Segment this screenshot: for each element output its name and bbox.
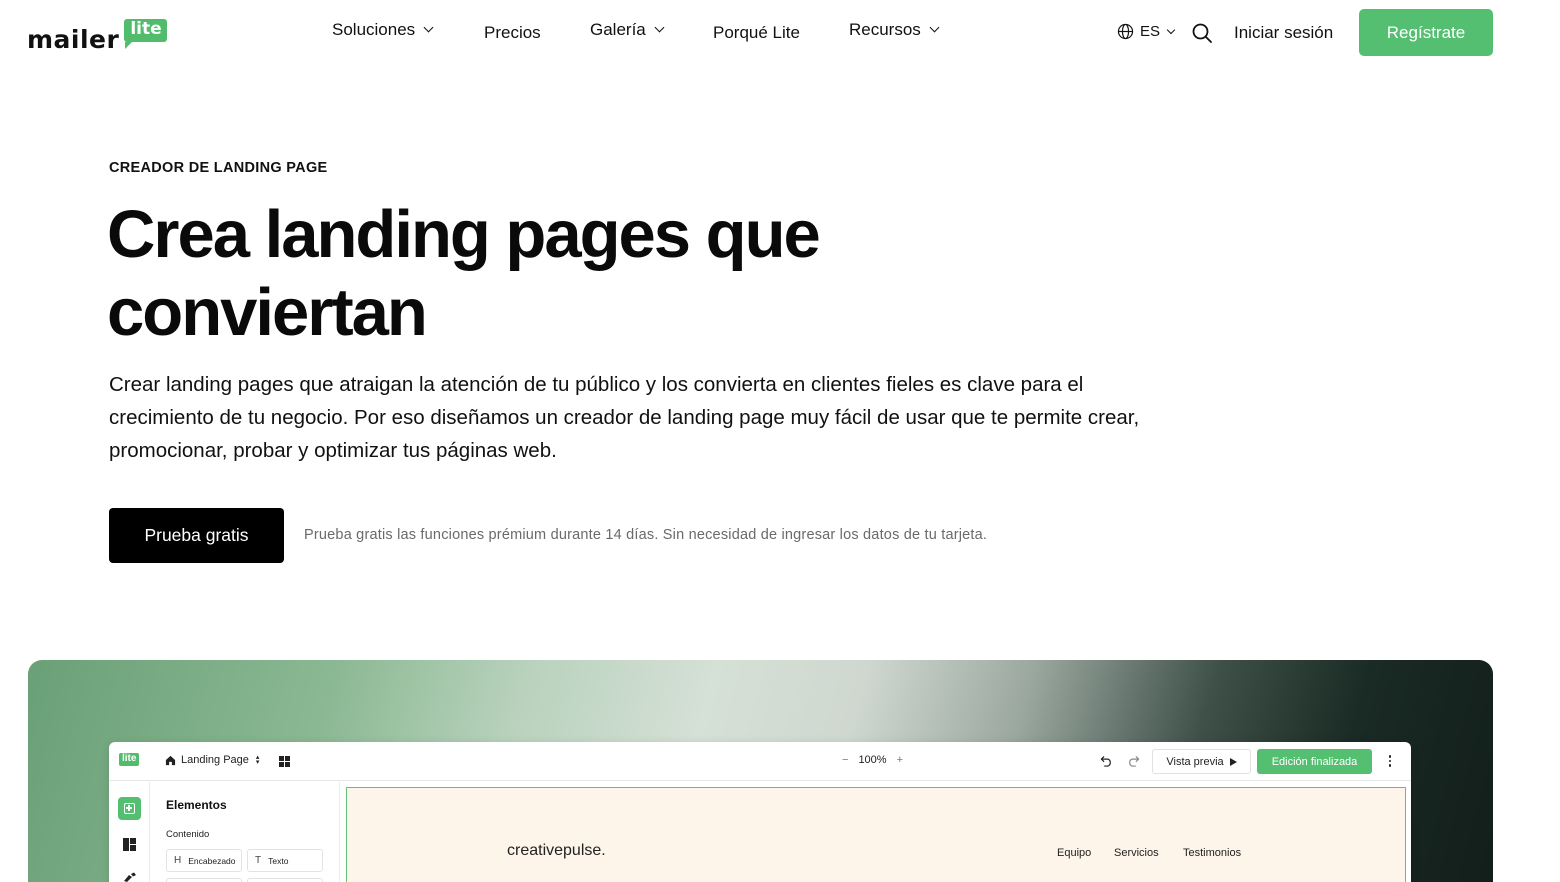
nav-item-soluciones[interactable]: Soluciones — [332, 20, 434, 40]
signup-button[interactable]: Regístrate — [1359, 9, 1493, 56]
finish-editing-button[interactable]: Edición finalizada — [1257, 749, 1372, 774]
chevron-down-icon — [1166, 25, 1176, 34]
text-icon: T — [255, 855, 262, 866]
globe-icon — [1117, 23, 1134, 40]
home-icon — [165, 755, 176, 765]
hero-description: Crear landing pages que atraigan la aten… — [109, 373, 1140, 462]
nav-label: Porqué Lite — [713, 23, 800, 42]
nav-item-porque-lite[interactable]: Porqué Lite — [713, 23, 800, 43]
site-header: mailer lite Soluciones Precios Galería P… — [0, 0, 1560, 66]
language-code: ES — [1140, 23, 1161, 40]
zoom-control: − 100% + — [842, 754, 903, 766]
content-section-label: Contenido — [166, 829, 210, 840]
editor-toolbar: lite Landing Page ▴ ▾ − 100% + Vista prev… — [109, 742, 1411, 781]
nav-label: Soluciones — [332, 20, 416, 39]
hero-title-line-2: conviertan — [107, 275, 428, 350]
mailerlite-logo[interactable]: mailer lite — [27, 12, 167, 52]
hero-title-line-1: Crea landing pages que — [107, 197, 821, 272]
page-selector-label: Landing Page — [181, 754, 249, 766]
zoom-in-button[interactable]: + — [897, 754, 903, 766]
preview-label: Vista previa — [1166, 755, 1224, 768]
apps-grid-icon[interactable] — [279, 756, 290, 767]
nav-label: Precios — [484, 23, 541, 42]
zoom-out-button[interactable]: − — [842, 754, 848, 766]
logo-wordmark: mailer — [27, 25, 120, 54]
page-selector[interactable]: Landing Page ▴ ▾ — [165, 754, 259, 766]
sort-arrows-icon: ▴ ▾ — [255, 754, 260, 766]
more-options-icon[interactable] — [1387, 755, 1393, 769]
zoom-value: 100% — [858, 754, 887, 766]
free-trial-note: Prueba gratis las funciones prémium dura… — [304, 527, 988, 543]
editor-logo: lite — [119, 753, 140, 766]
redo-icon[interactable] — [1127, 754, 1140, 767]
canvas-brand: creativepulse. — [507, 842, 606, 859]
element-heading[interactable]: H Encabezado — [166, 849, 242, 872]
canvas-nav-equipo: Equipo — [1057, 847, 1092, 859]
element-label: Encabezado — [188, 855, 236, 866]
element-label: Texto — [268, 855, 289, 866]
element-text[interactable]: T Texto — [247, 849, 323, 872]
undo-icon[interactable] — [1100, 754, 1113, 767]
language-selector[interactable]: ES — [1117, 23, 1176, 40]
element-item[interactable] — [247, 878, 323, 882]
play-icon — [1229, 757, 1237, 766]
heading-icon: H — [174, 855, 182, 866]
nav-label: Recursos — [849, 20, 921, 39]
nav-label: Galería — [590, 20, 646, 39]
nav-item-recursos[interactable]: Recursos — [849, 20, 940, 40]
logo-badge: lite — [124, 19, 167, 49]
editor-preview-window: lite Landing Page ▴ ▾ − 100% + Vista prev… — [109, 742, 1411, 882]
nav-item-galeria[interactable]: Galería — [590, 20, 665, 40]
page-canvas[interactable]: creativepulse. Equipo Servicios Testimon… — [346, 787, 1406, 882]
canvas-nav-servicios: Servicios — [1114, 847, 1159, 859]
add-element-icon[interactable] — [118, 797, 141, 820]
hero-title: Crea landing pages que conviertan — [107, 196, 1007, 352]
login-link[interactable]: Iniciar sesión — [1234, 23, 1333, 43]
free-trial-button[interactable]: Prueba gratis — [109, 508, 284, 563]
nav-item-precios[interactable]: Precios — [484, 23, 541, 43]
elements-panel-title: Elementos — [166, 798, 227, 812]
chevron-down-icon — [423, 22, 434, 33]
editor-sidebar-rail — [109, 782, 150, 882]
preview-button[interactable]: Vista previa — [1152, 749, 1251, 774]
search-icon[interactable] — [1191, 22, 1213, 44]
blocks-icon[interactable] — [123, 838, 136, 851]
hero-eyebrow: CREADOR DE LANDING PAGE — [109, 160, 328, 176]
chevron-down-icon — [929, 22, 940, 33]
element-item[interactable] — [166, 878, 242, 882]
chevron-down-icon — [654, 22, 665, 33]
canvas-nav-testimonios: Testimonios — [1183, 847, 1242, 859]
elements-panel: Elementos Contenido H Encabezado T Texto — [150, 782, 340, 882]
brush-icon[interactable] — [122, 872, 137, 882]
